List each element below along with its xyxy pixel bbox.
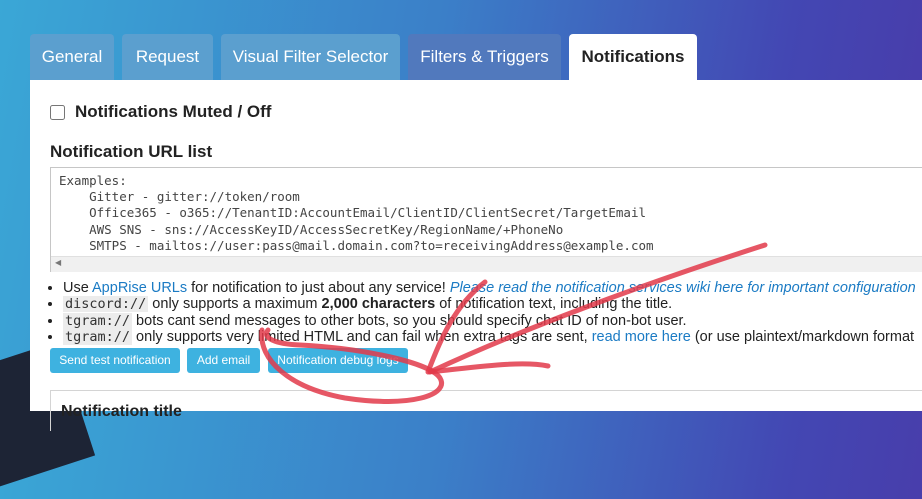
tab-filters-triggers[interactable]: Filters & Triggers — [408, 34, 561, 80]
apprise-urls-link[interactable]: AppRise URLs — [92, 280, 187, 296]
send-test-notification-button[interactable]: Send test notification — [50, 348, 180, 373]
mute-row: Notifications Muted / Off — [50, 102, 271, 122]
notification-title-label: Notification title — [61, 403, 182, 420]
help-item: tgram:// bots cant send messages to othe… — [63, 312, 922, 329]
placeholder-line: Gitter - gitter://token/room — [59, 189, 300, 205]
tab-notifications[interactable]: Notifications — [569, 34, 697, 80]
tab-request[interactable]: Request — [122, 34, 213, 80]
placeholder-line: SMTPS - mailtos://user:pass@mail.domain.… — [59, 237, 654, 253]
placeholder-line: Examples: — [59, 173, 127, 188]
wiki-link[interactable]: Please read the notification services wi… — [450, 280, 916, 296]
horizontal-scrollbar[interactable]: ◀ — [51, 256, 922, 272]
help-item: tgram:// only supports very limited HTML… — [63, 328, 922, 345]
placeholder-line: AWS SNS - sns://AccessKeyID/AccessSecret… — [59, 221, 564, 237]
notifications-panel: Notifications Muted / Off Notification U… — [30, 80, 922, 431]
mute-checkbox[interactable] — [50, 104, 65, 120]
read-more-link[interactable]: read more here — [592, 329, 691, 345]
placeholder-line: Office365 - o365://TenantID:AccountEmail… — [59, 205, 646, 221]
url-list-title: Notification URL list — [50, 142, 213, 161]
notification-debug-logs-button[interactable]: Notification debug logs — [268, 348, 408, 373]
help-list: Use AppRise URLs for notification to jus… — [50, 280, 922, 345]
tgram-code: tgram:// — [63, 328, 133, 345]
add-email-button[interactable]: Add email — [187, 348, 260, 373]
mute-label[interactable]: Notifications Muted / Off — [75, 102, 271, 122]
tab-general[interactable]: General — [30, 34, 114, 80]
tgram-code: tgram:// — [63, 312, 133, 329]
discord-code: discord:// — [63, 296, 149, 313]
help-item: discord:// only supports a maximum 2,000… — [63, 296, 922, 313]
scroll-left-icon[interactable]: ◀ — [55, 258, 61, 267]
tab-visual-filter-selector[interactable]: Visual Filter Selector — [221, 34, 400, 80]
help-item: Use AppRise URLs for notification to jus… — [63, 280, 922, 296]
